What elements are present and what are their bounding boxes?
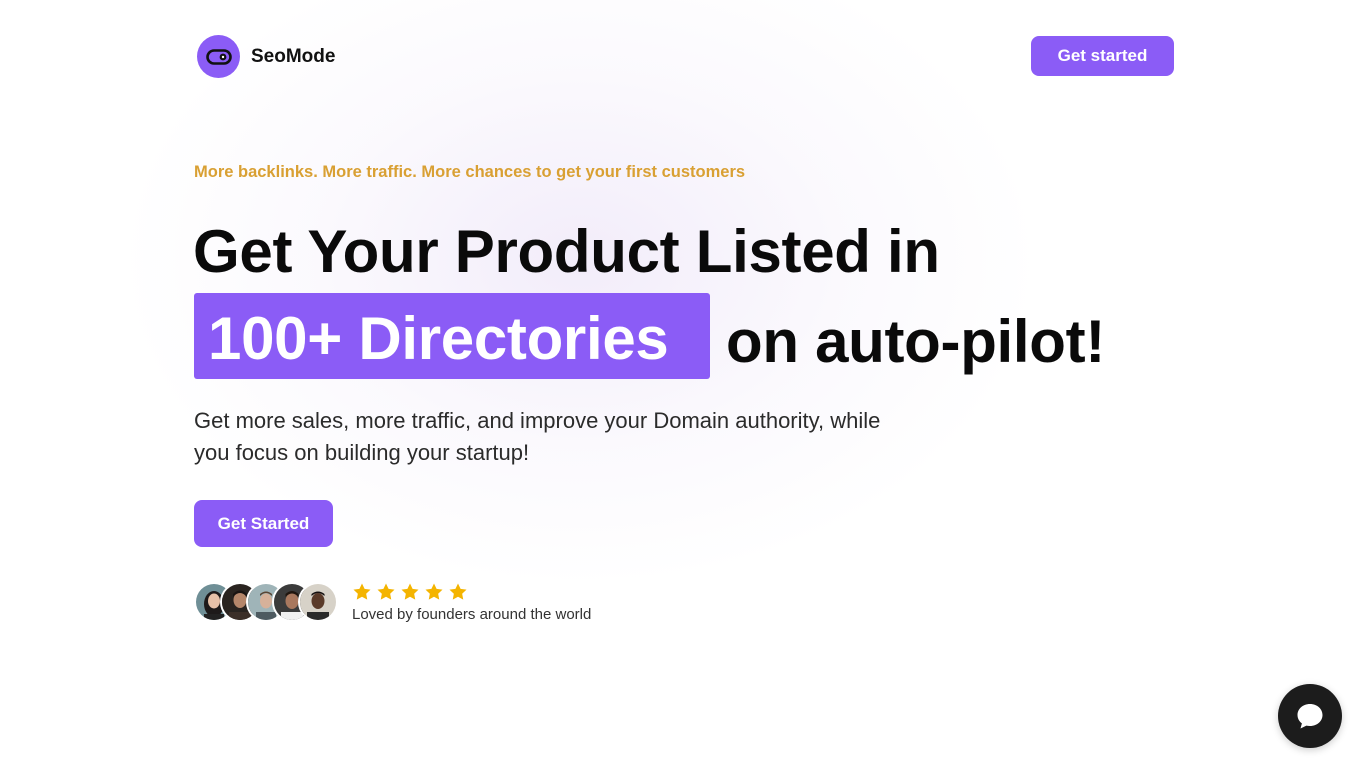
hero-headline-highlight: 100+ Directories [208,305,669,372]
social-proof-text: Loved by founders around the world [352,605,592,623]
hero-subtext: Get more sales, more traffic, and improv… [194,408,881,465]
star-rating [352,582,591,602]
hero-headline-line1: Get Your Product Listed in [193,218,940,285]
hero-get-started-button[interactable]: Get Started [194,500,333,547]
chat-launcher-button[interactable] [1278,684,1342,748]
chat-bubble-icon [1297,704,1323,729]
landing-page: SeoMode Get started More backlinks. More… [0,0,1366,768]
founder-avatars [194,582,338,622]
site-header: SeoMode Get started [0,0,1366,112]
toggle-eye-icon [197,35,240,78]
hero-tagline: More backlinks. More traffic. More chanc… [194,163,746,181]
avatar [298,582,338,622]
brand-logo-link[interactable]: SeoMode [197,35,335,78]
hero-headline-line2: on auto-pilot! [726,308,1106,375]
social-proof: Loved by founders around the world [194,578,591,626]
star-icon [401,583,419,600]
star-icon [377,583,395,600]
header-get-started-button[interactable]: Get started [1031,36,1174,76]
star-icon [425,583,443,600]
rating-block: Loved by founders around the world [352,582,591,623]
star-icon [449,583,467,600]
brand-name: SeoMode [251,45,336,67]
star-icon [353,583,371,600]
